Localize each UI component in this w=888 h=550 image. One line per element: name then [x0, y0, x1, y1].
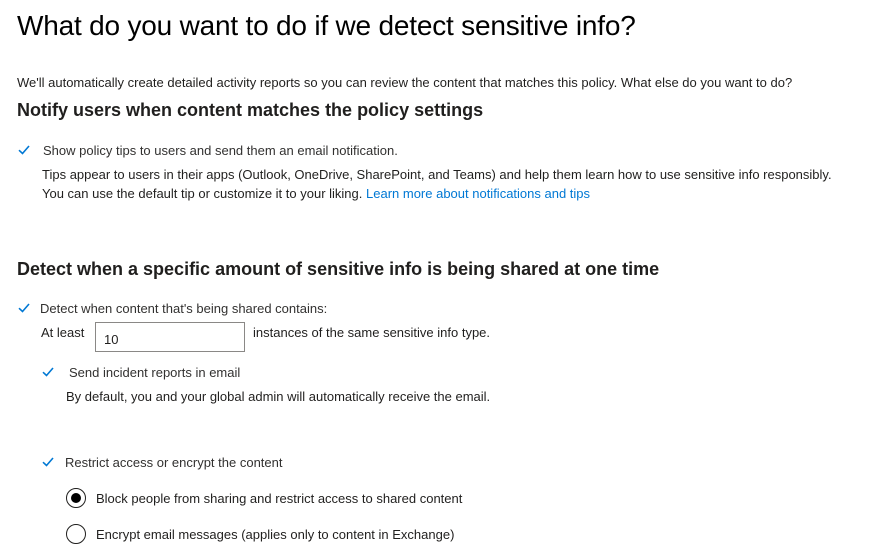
page-title: What do you want to do if we detect sens…	[17, 10, 636, 41]
tips-description: Tips appear to users in their apps (Outl…	[42, 167, 832, 182]
checkmark-icon	[18, 303, 30, 313]
at-least-label: At least	[41, 325, 85, 340]
detect-content-checkbox[interactable]	[17, 301, 30, 313]
notify-heading: Notify users when content matches the po…	[17, 100, 484, 120]
restrict-access-label[interactable]: Restrict access or encrypt the content	[65, 455, 282, 470]
checkmark-icon	[18, 145, 30, 155]
intro-text: We'll automatically create detailed acti…	[17, 75, 793, 90]
block-sharing-radio[interactable]	[66, 488, 86, 508]
encrypt-email-radio[interactable]	[66, 524, 86, 544]
checkmark-icon	[42, 457, 54, 467]
show-tips-label[interactable]: Show policy tips to users and send them …	[43, 143, 398, 158]
incident-reports-checkbox[interactable]	[41, 365, 54, 377]
show-tips-checkbox[interactable]	[17, 143, 30, 155]
instances-count-input[interactable]	[95, 322, 245, 352]
checkmark-icon	[42, 367, 54, 377]
detect-content-label[interactable]: Detect when content that's being shared …	[40, 301, 327, 316]
learn-more-link[interactable]: Learn more about notifications and tips	[366, 186, 590, 201]
incident-reports-label[interactable]: Send incident reports in email	[69, 365, 240, 380]
instances-suffix: instances of the same sensitive info typ…	[253, 325, 491, 340]
encrypt-email-label[interactable]: Encrypt email messages (applies only to …	[96, 527, 454, 542]
restrict-access-checkbox[interactable]	[41, 455, 54, 467]
tips-customize-text: You can use the default tip or customize…	[42, 186, 590, 201]
incident-reports-desc: By default, you and your global admin wi…	[66, 389, 491, 404]
block-sharing-label[interactable]: Block people from sharing and restrict a…	[96, 491, 462, 506]
detect-heading: Detect when a specific amount of sensiti…	[17, 259, 660, 279]
tips-customize-label: You can use the default tip or customize…	[42, 186, 363, 201]
